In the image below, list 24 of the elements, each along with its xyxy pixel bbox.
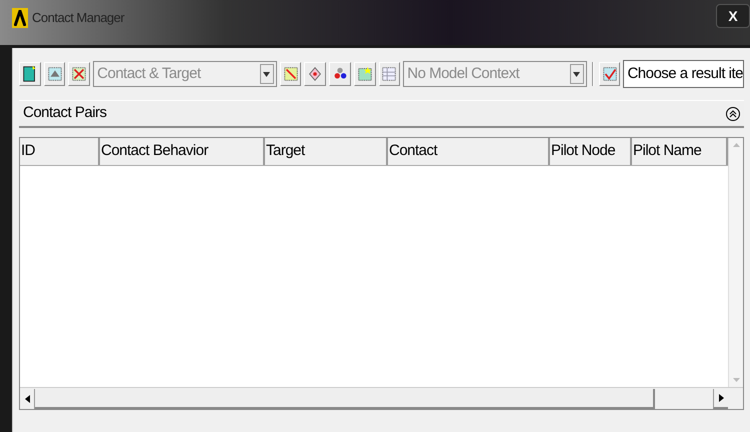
right-arrow-icon — [718, 394, 724, 402]
scroll-right-button[interactable] — [713, 388, 728, 408]
left-arrow-icon — [24, 394, 30, 402]
caret-icon — [573, 72, 580, 76]
dropdown-value: No Model Context — [407, 64, 521, 84]
close-button[interactable]: X — [716, 4, 750, 28]
vertical-scrollbar[interactable] — [728, 138, 743, 387]
result-field[interactable]: Choose a result ite — [623, 60, 744, 88]
dropdown-value: Contact & Target — [97, 64, 202, 84]
horizontal-scrollbar[interactable] — [20, 387, 743, 409]
collapse-button[interactable] — [726, 106, 740, 120]
toolbar-button[interactable] — [19, 62, 41, 86]
star-page-icon — [356, 65, 374, 83]
arrow-page-icon — [46, 65, 64, 83]
window-title: Contact Manager — [32, 9, 124, 27]
scroll-thumb[interactable] — [35, 388, 655, 408]
check-page-icon — [600, 65, 619, 83]
caret-icon — [263, 72, 270, 76]
panel-title: Contact Pairs — [23, 103, 108, 124]
chevron-icon — [729, 110, 737, 118]
slash-page-icon — [282, 65, 300, 83]
cross-page-icon — [70, 65, 88, 83]
toolbar-button[interactable] — [329, 62, 351, 86]
grid-page-icon — [380, 65, 398, 83]
